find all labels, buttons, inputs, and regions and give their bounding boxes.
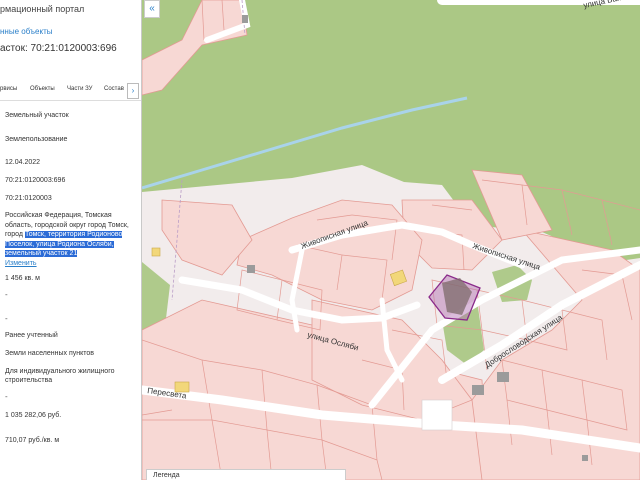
info-panel: рмационный портал нные объекты асток: 70… (0, 0, 142, 480)
tab-composition[interactable]: Состав (104, 86, 124, 92)
field-type: Земельный участок (5, 112, 69, 119)
field-area: 1 456 кв. м (5, 275, 40, 282)
field-category-group: Землепользование (5, 136, 68, 143)
tab-parts[interactable]: Части ЗУ (67, 86, 92, 92)
collapse-panel-icon[interactable]: « (144, 0, 160, 18)
field-status: Ранее учтенный (5, 332, 58, 339)
field-date: 12.04.2022 (5, 159, 41, 166)
tab-services[interactable]: рвисы (0, 86, 17, 92)
field-cadastral-value: 1 035 282,06 руб. (5, 412, 62, 419)
field-empty-2: - (5, 314, 8, 323)
map-canvas[interactable]: улица Байк Живописная улица Живописная у… (142, 0, 640, 480)
cadastral-map[interactable]: улица Байк Живописная улица Живописная у… (142, 0, 640, 480)
field-empty-1: - (5, 290, 8, 299)
tabs-scroll-right-icon[interactable]: › (127, 83, 139, 99)
field-cad-number: 70:21:0120003:696 (5, 177, 66, 184)
field-unit-value: 710,07 руб./кв. м (5, 437, 60, 444)
edit-address-link[interactable]: Изменить (5, 260, 37, 267)
tab-objects[interactable]: Объекты (30, 86, 55, 92)
related-objects-link[interactable]: нные объекты (0, 27, 52, 36)
field-address: Российская Федерация, Томская область, г… (5, 211, 139, 268)
field-quarter: 70:21:0120003 (5, 195, 52, 202)
portal-title: рмационный портал (0, 4, 85, 14)
legend-bar[interactable]: Легенда (146, 469, 346, 480)
parcel-label: асток: 70:21:0120003:696 (0, 43, 117, 54)
field-land-category: Земли населенных пунктов (5, 350, 95, 357)
panel-tabs: рвисы Объекты Части ЗУ Состав › (0, 82, 141, 101)
field-empty-3: - (5, 392, 8, 401)
field-permitted-use: Для индивидуального жилищного строительс… (5, 368, 115, 384)
